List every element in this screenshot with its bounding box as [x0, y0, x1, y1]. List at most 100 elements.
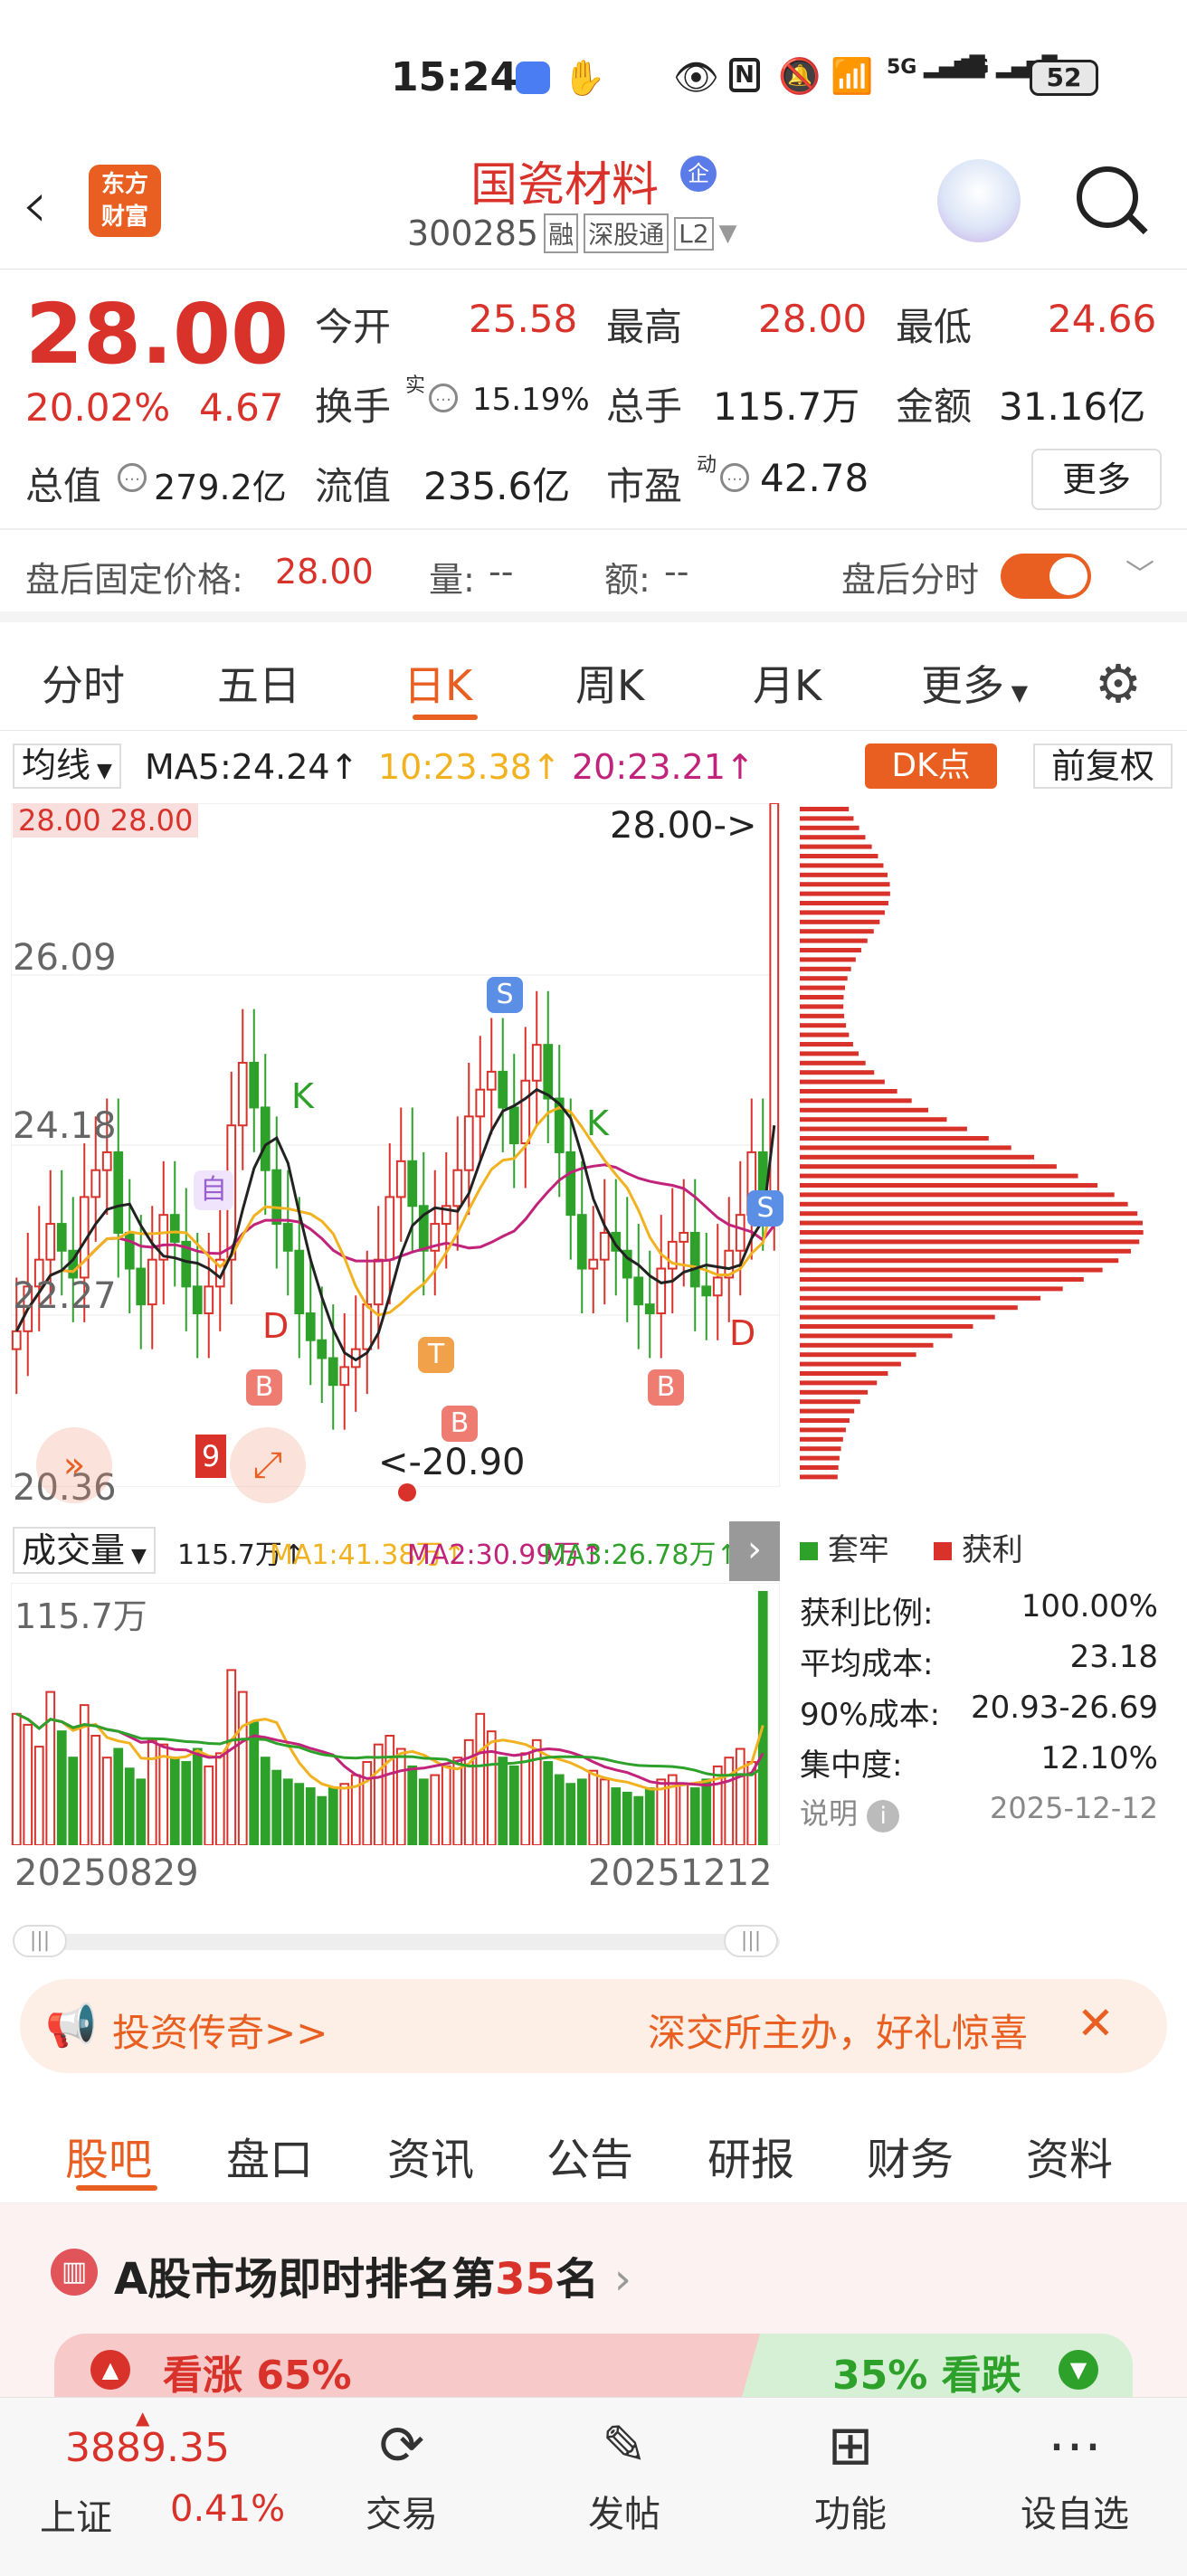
tab-intraday[interactable]: 分时 [42, 653, 125, 713]
dropdown-icon[interactable]: ▼ [719, 220, 737, 247]
tab-news[interactable]: 资讯 [387, 2124, 474, 2187]
tab-daily-k[interactable]: 日K [404, 653, 472, 713]
chip-bar [800, 872, 888, 877]
close-icon[interactable]: ✕ [1077, 1997, 1115, 2050]
candle-body [531, 1044, 542, 1082]
tab-orderbook[interactable]: 盘口 [226, 2124, 313, 2187]
t-marker[interactable]: T [418, 1337, 454, 1373]
tab-profile[interactable]: 资料 [1026, 2124, 1113, 2187]
candle-body [373, 1258, 384, 1306]
bearish-bar[interactable]: 35% 看跌 ▼ [742, 2334, 1133, 2397]
chevron-down-icon[interactable]: ﹀ [1125, 552, 1154, 593]
volume-bar [23, 1723, 33, 1845]
info-icon-2[interactable]: … [118, 463, 147, 492]
nav-post[interactable]: ✎ 发帖 [543, 2414, 706, 2537]
status-time: 15:24 [391, 54, 518, 100]
adjust-button[interactable]: 前复权 [1033, 743, 1173, 789]
after-hours-toggle[interactable] [1001, 554, 1091, 599]
chip-bar [800, 1465, 839, 1470]
chip-bar [800, 1258, 1119, 1264]
chip-bar [800, 1361, 901, 1367]
buy-marker[interactable]: B [246, 1369, 282, 1406]
volume-bar [576, 1778, 587, 1845]
info-icon[interactable]: … [429, 384, 458, 412]
candle-body [11, 1330, 22, 1350]
chip-bar [800, 825, 859, 830]
back-icon[interactable]: ‹ [22, 166, 48, 242]
hand-icon: ✋ [563, 58, 606, 98]
promo-banner[interactable]: 📢 投资传奇>> 深交所主办，好礼惊喜 ✕ [20, 1979, 1167, 2073]
bullish-bar[interactable]: ▲ 看涨 65% [54, 2334, 760, 2399]
dk-point-button[interactable]: DK点 [865, 743, 997, 789]
chip-bar [800, 919, 880, 924]
volume-bar [237, 1690, 248, 1845]
open-label: 今开 [315, 305, 392, 349]
explain-link[interactable]: 说明 i [800, 1791, 900, 1842]
more-dots-icon: ⋯ [1048, 2414, 1102, 2477]
ma-select[interactable]: 均线 ▼ [13, 743, 121, 789]
info-icon-3[interactable]: … [720, 463, 749, 492]
candle-body [385, 1196, 395, 1261]
chip-bar [800, 1098, 912, 1103]
range-handle-right[interactable]: ||| [724, 1925, 778, 1957]
min-dot [398, 1483, 416, 1501]
nav-functions[interactable]: ⊞ 功能 [769, 2414, 932, 2537]
concentration-label: 集中度: [800, 1747, 903, 1784]
chip-bar [800, 1060, 866, 1065]
nav-watchlist[interactable]: ⋯ 设自选 [993, 2414, 1156, 2537]
volume-bar [407, 1765, 418, 1845]
chevron-right-icon[interactable]: › [729, 1521, 780, 1581]
chip-bar [800, 1183, 1098, 1188]
buy-marker-2[interactable]: B [442, 1406, 478, 1442]
nav-trade[interactable]: ⟳ 交易 [320, 2414, 483, 2537]
candle-body [305, 1312, 316, 1341]
volume-select[interactable]: 成交量 ▼ [13, 1527, 156, 1574]
nav-post-label: 发帖 [588, 2494, 660, 2535]
volume-bar [113, 1747, 124, 1845]
chip-bar [800, 1418, 850, 1423]
self-marker[interactable]: 自 [194, 1170, 233, 1210]
chip-bar [800, 1295, 1041, 1301]
concentration-value: 12.10% [1040, 1740, 1158, 1776]
stock-code-row: 300285 融 深股通 L2 ▼ [407, 213, 737, 253]
banner-text-right: 深交所主办，好礼惊喜 [648, 2011, 1029, 2055]
tab-monthly-k[interactable]: 月K [753, 653, 821, 713]
enterprise-badge: 企 [680, 156, 717, 192]
info-tab-indicator [76, 2185, 157, 2191]
range-handle-left[interactable]: ||| [13, 1925, 67, 1957]
legend-profit: 获利 [934, 1525, 1023, 1569]
amount-value: 31.16亿 [999, 384, 1146, 429]
nfc-icon: N [729, 58, 760, 92]
tab-finance[interactable]: 财务 [867, 2124, 954, 2187]
tab-weekly-k[interactable]: 周K [575, 653, 644, 713]
candle-body [294, 1249, 305, 1315]
candle-body [317, 1339, 328, 1359]
index-name[interactable]: 上证 [40, 2488, 112, 2541]
tab-five-day[interactable]: 五日 [217, 653, 300, 713]
max-price-label: 28.00-> [610, 805, 757, 847]
expand-left-icon[interactable]: » [36, 1427, 112, 1503]
search-icon-handle [1126, 213, 1148, 235]
market-rank-card[interactable]: ▥ A股市场即时排名第35名 › ▲ 看涨 65% 35% 看跌 ▼ [0, 2203, 1187, 2399]
tab-announcements[interactable]: 公告 [546, 2124, 633, 2187]
sell-marker-2[interactable]: S [747, 1190, 783, 1226]
tab-more[interactable]: 更多 ▼ [921, 653, 1028, 713]
after-hours-volume: -- [489, 552, 514, 592]
chip-bar [800, 938, 868, 943]
index-pct[interactable]: 0.41% [170, 2488, 285, 2530]
volume-bar [554, 1774, 565, 1845]
more-button[interactable]: 更多 [1031, 449, 1162, 510]
ma20-label: 20:23.21↑ [572, 747, 755, 787]
candle-body [543, 1044, 554, 1100]
candle-body [328, 1357, 338, 1387]
tab-active-indicator [413, 715, 478, 720]
fullscreen-icon[interactable]: ⤢ [230, 1427, 306, 1503]
tab-forum[interactable]: 股吧 [65, 2124, 152, 2187]
range-scrollbar[interactable] [13, 1934, 780, 1950]
settings-gear-icon[interactable]: ⚙ [1095, 653, 1142, 715]
sell-marker[interactable]: S [487, 977, 523, 1013]
tab-research[interactable]: 研报 [707, 2124, 794, 2187]
robot-avatar-icon[interactable] [937, 159, 1021, 242]
index-value[interactable]: 3889.35 [65, 2425, 230, 2471]
buy-marker-3[interactable]: B [648, 1369, 684, 1406]
